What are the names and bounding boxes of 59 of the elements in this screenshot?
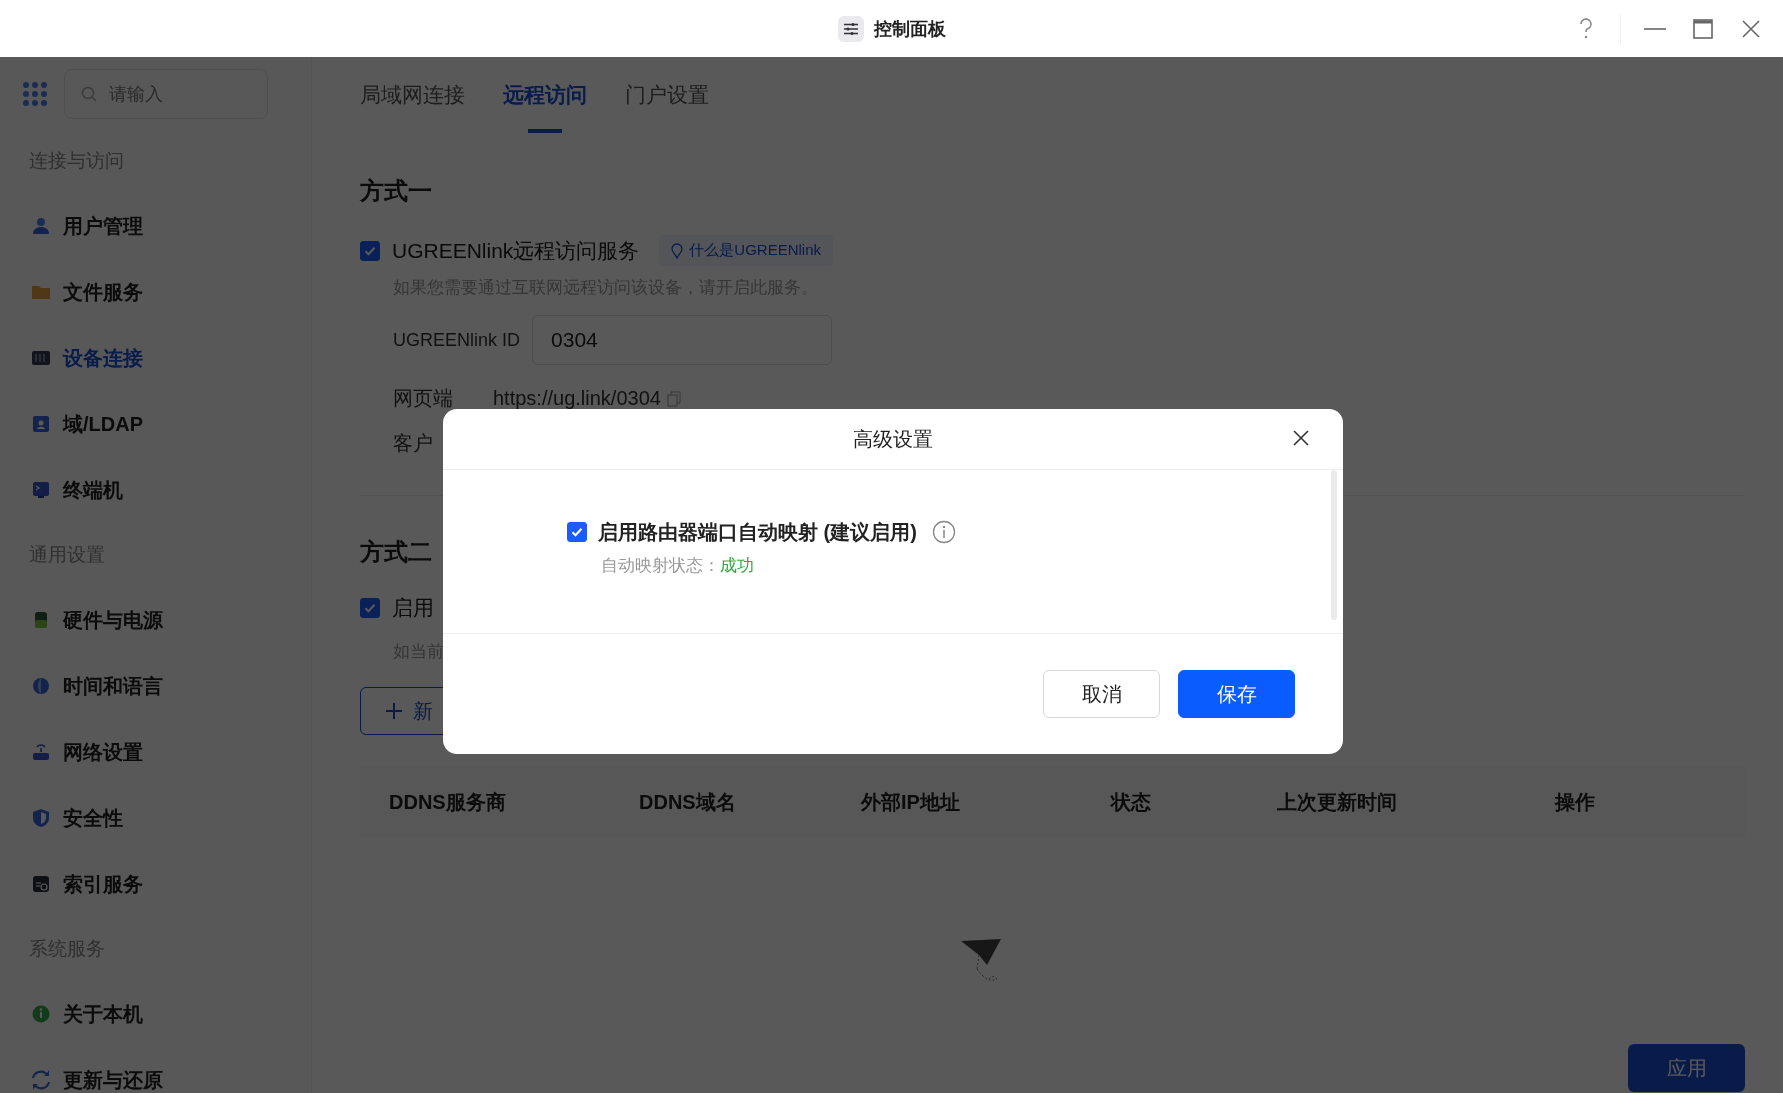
column-header: 操作 (1555, 789, 1596, 815)
help-link[interactable]: 什么是UGREENlink (659, 235, 834, 266)
checkbox-label: 启用路由器端口自动映射 (建议启用) (598, 519, 917, 545)
sidebar-item[interactable]: 设备连接 (0, 325, 311, 391)
sidebar-item[interactable]: 关于本机 (0, 981, 311, 1047)
server-icon (31, 348, 51, 368)
apps-grid-icon[interactable] (22, 81, 48, 107)
sidebar-item[interactable]: 域/LDAP (0, 391, 311, 457)
info-icon[interactable] (931, 520, 956, 544)
checkbox[interactable] (567, 522, 587, 542)
window-title: 控制面板 (873, 17, 946, 41)
sidebar-item[interactable]: 安全性 (0, 785, 311, 851)
close-icon[interactable] (1293, 430, 1309, 446)
column-header: 上次更新时间 (1277, 789, 1398, 815)
field-label: UGREENlink ID (393, 329, 521, 351)
tab[interactable]: 远程访问 (503, 81, 587, 133)
sidebar-item[interactable]: 终端机 (0, 457, 311, 523)
pin-icon (671, 242, 684, 259)
search-icon (81, 86, 97, 102)
url-text: https://ug.link/0304 (493, 387, 661, 410)
sidebar-item[interactable]: 硬件与电源 (0, 587, 311, 653)
tab[interactable]: 局域网连接 (360, 81, 465, 133)
field-label: 网页端 (393, 386, 453, 411)
sidebar-item[interactable]: 索引服务 (0, 851, 311, 917)
apply-button[interactable]: 应用 (1628, 1044, 1745, 1092)
field-label: 客户 (393, 431, 433, 456)
globe-icon (31, 676, 51, 696)
copy-icon[interactable] (666, 390, 681, 407)
save-button[interactable]: 保存 (1178, 670, 1295, 718)
checkbox-label: 启用 (392, 595, 434, 621)
sliders-icon (837, 15, 864, 42)
shield-icon (31, 808, 51, 828)
plus-icon (385, 702, 403, 720)
checkbox[interactable] (360, 598, 380, 618)
sidebar-item[interactable]: 网络设置 (0, 719, 311, 785)
section-title: 方式二 (360, 537, 432, 567)
section-title: 方式一 (360, 176, 432, 206)
id-field[interactable]: 0304 (532, 315, 833, 365)
refresh-icon (31, 1070, 51, 1090)
checkbox-label: UGREENlink远程访问服务 (392, 237, 640, 264)
dialog-title: 高级设置 (853, 426, 933, 452)
sidebar-item[interactable]: 更新与还原 (0, 1047, 311, 1093)
cancel-button[interactable]: 取消 (1043, 670, 1160, 718)
status-value: 成功 (720, 555, 754, 575)
sidebar-item[interactable]: 时间和语言 (0, 653, 311, 719)
id-card-icon (31, 414, 51, 434)
info-icon (31, 1004, 51, 1024)
status-label: 自动映射状态： (601, 555, 720, 575)
column-header: DDNS域名 (639, 789, 737, 815)
sidebar-item[interactable]: 文件服务 (0, 259, 311, 325)
router-icon (31, 742, 51, 762)
column-header: DDNS服务商 (389, 789, 507, 815)
sidebar-item[interactable]: 用户管理 (0, 193, 311, 259)
terminal-icon (31, 480, 51, 500)
user-icon (31, 216, 51, 236)
tab[interactable]: 门户设置 (625, 81, 709, 133)
column-header: 外部IP地址 (861, 789, 961, 815)
checkbox[interactable] (360, 240, 380, 261)
column-header: 状态 (1111, 789, 1152, 815)
